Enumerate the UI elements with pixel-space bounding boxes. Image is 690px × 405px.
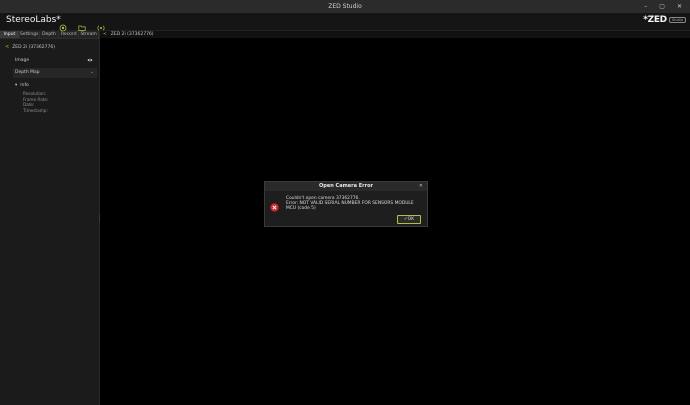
header-icons: [59, 17, 105, 32]
ok-button[interactable]: ✓OK: [397, 215, 421, 224]
viewer-header: < ZED 2i (37362776): [100, 31, 690, 38]
eye-icon[interactable]: [87, 57, 93, 63]
record-icon[interactable]: [59, 17, 67, 32]
chevron-left-icon: <: [5, 44, 10, 50]
maximize-icon[interactable]: ▢: [659, 3, 665, 10]
sidebar-resize-handle[interactable]: [99, 214, 100, 222]
camera-name: ZED 2i (37362776): [12, 44, 55, 50]
view-mode-value: Depth Map: [15, 70, 40, 75]
tab-stream[interactable]: Stream: [79, 31, 99, 38]
dialog-message: Couldn't open camera 37362776. Error: NO…: [286, 196, 422, 211]
image-row: Image: [0, 56, 99, 66]
sidebar: Input Settings Depth Record Stream < ZED…: [0, 31, 100, 405]
error-icon: [270, 197, 279, 212]
tab-depth[interactable]: Depth: [39, 31, 60, 38]
close-window-icon[interactable]: ✕: [677, 3, 682, 10]
chevron-down-icon: ⌄: [89, 69, 94, 75]
dialog-title-bar: Open Camera Error ✕: [265, 182, 427, 191]
image-label: Image: [15, 58, 30, 63]
zed-logo-mark: *ZED: [643, 15, 667, 25]
error-dialog: Open Camera Error ✕ Couldn't open camera…: [264, 181, 428, 227]
info-heading: Info: [20, 83, 29, 88]
zed-logo: *ZED Studio: [643, 15, 686, 25]
minimize-icon[interactable]: –: [644, 3, 647, 10]
sidebar-tabs: Input Settings Depth Record Stream: [0, 31, 99, 39]
caret-down-icon: ▾: [15, 83, 18, 88]
tab-input[interactable]: Input: [0, 31, 20, 38]
window-titlebar: ZED Studio – ▢ ✕: [0, 0, 690, 13]
info-resolution: Resolution:: [23, 91, 47, 96]
info-timestamp: Timestamp:: [23, 107, 48, 113]
info-list: Resolution: Frame Rate: Date: Timestamp:: [23, 91, 48, 113]
dialog-message-line2: Error: NOT VALID SERIAL NUMBER FOR SENSO…: [286, 201, 414, 211]
zed-logo-tag: Studio: [668, 17, 686, 23]
viewer-camera-label: ZED 2i (37362776): [110, 32, 154, 37]
window-controls: – ▢ ✕: [644, 3, 682, 10]
folder-icon[interactable]: [78, 17, 86, 31]
tab-record[interactable]: Record: [59, 31, 80, 38]
info-section-toggle[interactable]: ▾ Info: [15, 83, 29, 88]
window-title: ZED Studio: [328, 3, 362, 10]
chevron-left-icon[interactable]: <: [103, 32, 107, 37]
brand-label: StereoLabs*: [6, 15, 61, 25]
close-icon[interactable]: ✕: [419, 182, 423, 191]
app-header: StereoLabs* *ZED Studio: [0, 13, 690, 32]
ok-button-label: OK: [407, 217, 415, 222]
dialog-title: Open Camera Error: [319, 183, 373, 189]
view-mode-select[interactable]: Depth Map ⌄: [13, 68, 97, 78]
network-icon[interactable]: [97, 17, 105, 31]
camera-selector[interactable]: < ZED 2i (37362776): [5, 44, 55, 50]
tab-settings[interactable]: Settings: [19, 31, 40, 38]
